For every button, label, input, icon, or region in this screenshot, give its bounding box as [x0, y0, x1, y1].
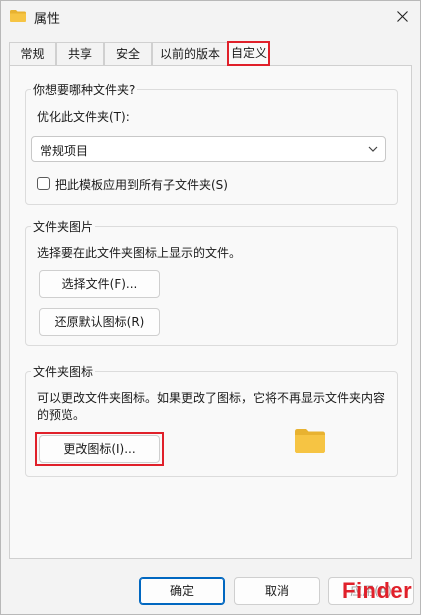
apply-template-checkbox[interactable] — [37, 177, 50, 190]
folder-icon-description-line1: 可以更改文件夹图标。如果更改了图标，它将不再显示文件夹内容 — [37, 391, 386, 405]
folder-icon-legend: 文件夹图标 — [31, 363, 96, 380]
tab-strip: 常规 共享 安全 以前的版本 自定义 — [9, 41, 412, 66]
tab-previous-versions[interactable]: 以前的版本 — [152, 42, 228, 65]
optimize-dropdown[interactable]: 常规项目 — [31, 136, 386, 162]
tab-security[interactable]: 安全 — [104, 42, 152, 65]
chevron-down-icon — [368, 146, 378, 152]
tab-customize[interactable]: 自定义 — [228, 41, 270, 66]
tab-general[interactable]: 常规 — [9, 42, 56, 65]
folder-icon — [10, 10, 26, 22]
ok-button[interactable]: 确定 — [139, 577, 225, 605]
folder-picture-legend: 文件夹图片 — [31, 218, 96, 235]
apply-template-label[interactable]: 把此模板应用到所有子文件夹(S) — [55, 176, 228, 193]
title-bar[interactable]: 属性 — [1, 1, 420, 31]
optimize-label: 优化此文件夹(T): — [37, 110, 130, 124]
properties-dialog: 属性 常规 共享 安全 以前的版本 自定义 你想要哪种文件夹? 优化此文件夹(T… — [0, 0, 421, 615]
finder-watermark: Finder — [342, 578, 413, 603]
restore-default-button[interactable]: 还原默认图标(R) — [39, 308, 160, 336]
change-icon-button[interactable]: 更改图标(I)... — [39, 435, 160, 463]
close-button[interactable] — [384, 1, 420, 31]
close-icon — [396, 10, 408, 22]
choose-file-button[interactable]: 选择文件(F)... — [39, 270, 160, 298]
cancel-button[interactable]: 取消 — [234, 577, 320, 605]
optimize-dropdown-value: 常规项目 — [40, 144, 89, 158]
folder-picture-description: 选择要在此文件夹图标上显示的文件。 — [37, 246, 242, 260]
optimize-group-legend: 你想要哪种文件夹? — [31, 81, 138, 98]
window-title: 属性 — [34, 12, 61, 27]
folder-preview-icon — [295, 429, 325, 453]
tab-sharing[interactable]: 共享 — [56, 42, 104, 65]
folder-icon-description-line2: 的预览。 — [37, 408, 86, 422]
